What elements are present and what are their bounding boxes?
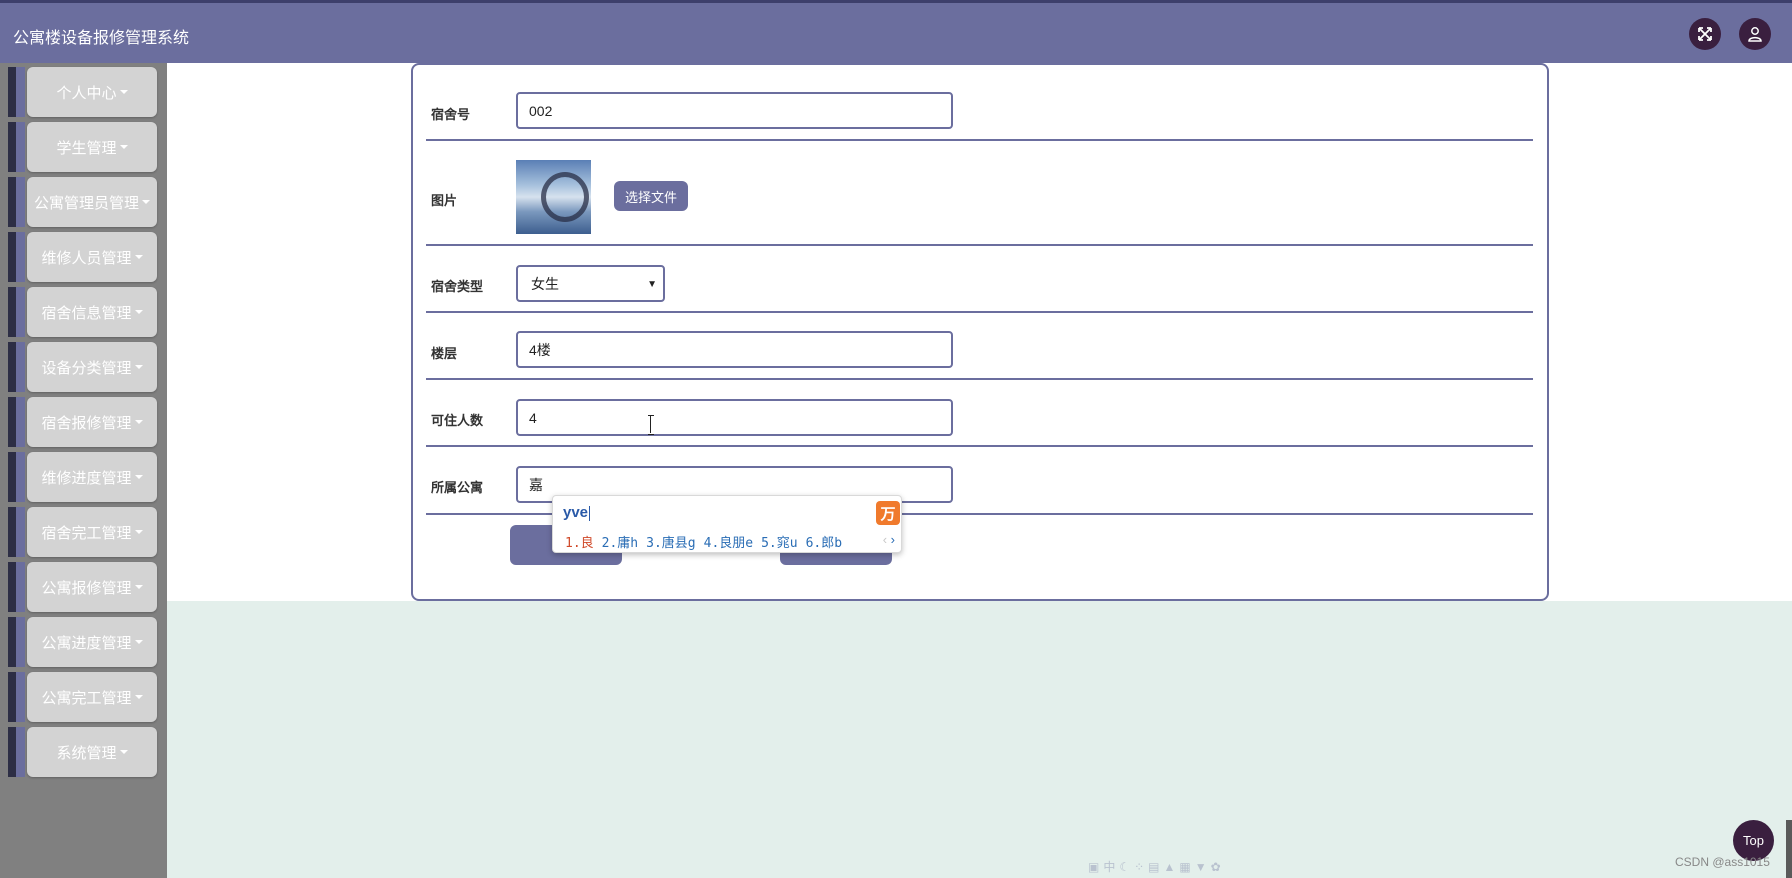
sidebar-item-apartment-repair[interactable]: 公寓报修管理 bbox=[8, 562, 158, 612]
sidebar-item-label: 宿舍报修管理 bbox=[41, 414, 132, 432]
ime-candidate[interactable]: 1.良 bbox=[565, 536, 594, 551]
sidebar-item-label: 个人中心 bbox=[56, 84, 117, 102]
divider bbox=[426, 445, 1533, 447]
scrollbar[interactable] bbox=[1786, 820, 1792, 878]
sidebar-item-repair-staff[interactable]: 维修人员管理 bbox=[8, 232, 158, 282]
sidebar-item-label: 宿舍完工管理 bbox=[41, 524, 132, 542]
sidebar-item-repair-progress[interactable]: 维修进度管理 bbox=[8, 452, 158, 502]
dorm-image-thumbnail bbox=[516, 160, 591, 234]
text-cursor-icon bbox=[648, 415, 654, 435]
caret-down-icon bbox=[119, 750, 128, 754]
app-title: 公寓楼设备报修管理系统 bbox=[13, 30, 190, 47]
dorm-type-select[interactable]: 女生 ▼ bbox=[516, 265, 665, 302]
caret-down-icon bbox=[134, 585, 143, 589]
chevron-left-icon[interactable]: ‹ bbox=[883, 532, 887, 547]
caret-down-icon bbox=[134, 640, 143, 644]
floor-label: 楼层 bbox=[431, 346, 458, 361]
sidebar-item-students[interactable]: 学生管理 bbox=[8, 122, 158, 172]
caret-down-icon bbox=[134, 310, 143, 314]
ime-candidate[interactable]: 2.庸h bbox=[602, 536, 638, 551]
sidebar-item-personal-center[interactable]: 个人中心 bbox=[8, 67, 158, 117]
sidebar-item-label: 公寓进度管理 bbox=[41, 634, 132, 652]
dorm-no-label: 宿舍号 bbox=[431, 107, 471, 122]
sidebar-item-label: 维修人员管理 bbox=[41, 249, 132, 267]
ime-candidate[interactable]: 6.郎b bbox=[806, 536, 842, 551]
ime-composition: yve bbox=[563, 504, 591, 521]
sidebar-item-label: 系统管理 bbox=[56, 744, 117, 762]
page-background bbox=[167, 601, 1792, 878]
caret-down-icon bbox=[119, 90, 128, 94]
floor-input[interactable] bbox=[516, 331, 953, 368]
ime-candidate[interactable]: 5.窕u bbox=[761, 536, 797, 551]
ime-candidate[interactable]: 4.良朋e bbox=[704, 536, 753, 551]
capacity-input[interactable] bbox=[516, 399, 953, 436]
divider bbox=[426, 139, 1533, 141]
sidebar-item-system[interactable]: 系统管理 bbox=[8, 727, 158, 777]
choose-file-button[interactable]: 选择文件 bbox=[614, 181, 688, 211]
sidebar-item-label: 公寓报修管理 bbox=[41, 579, 132, 597]
ime-candidate-popup: yve 万 1.良 2.庸h 3.唐县g 4.良朋e 5.窕u 6.郎b ‹ › bbox=[552, 495, 902, 553]
ime-candidate-list: 1.良 2.庸h 3.唐县g 4.良朋e 5.窕u 6.郎b bbox=[565, 532, 850, 551]
caret-down-icon bbox=[134, 695, 143, 699]
dorm-type-label: 宿舍类型 bbox=[431, 279, 484, 294]
sidebar-item-device-category[interactable]: 设备分类管理 bbox=[8, 342, 158, 392]
caret-down-icon bbox=[134, 475, 143, 479]
sidebar-item-label: 设备分类管理 bbox=[41, 359, 132, 377]
image-label: 图片 bbox=[431, 193, 458, 208]
ime-toolbar-icons: ▣中☾⁘▤▲▦▼✿ bbox=[1088, 860, 1225, 874]
dorm-type-value: 女生 bbox=[531, 275, 559, 292]
fullscreen-button[interactable] bbox=[1689, 18, 1721, 50]
caret-down-icon bbox=[134, 530, 143, 534]
ime-candidate[interactable]: 3.唐县g bbox=[646, 536, 695, 551]
user-button[interactable] bbox=[1739, 18, 1771, 50]
caret-down-icon bbox=[119, 145, 128, 149]
sidebar-item-apartment-complete[interactable]: 公寓完工管理 bbox=[8, 672, 158, 722]
chevron-right-icon[interactable]: › bbox=[891, 532, 895, 547]
sidebar-item-label: 公寓管理员管理 bbox=[33, 194, 139, 212]
sidebar-item-label: 学生管理 bbox=[56, 139, 117, 157]
caret-down-icon bbox=[134, 365, 143, 369]
apartment-label: 所属公寓 bbox=[431, 480, 484, 495]
sidebar-item-label: 维修进度管理 bbox=[41, 469, 132, 487]
expand-arrows-icon bbox=[1698, 27, 1712, 41]
caret-down-icon bbox=[142, 200, 150, 204]
ime-logo-icon: 万 bbox=[876, 501, 900, 525]
capacity-label: 可住人数 bbox=[431, 413, 484, 428]
divider bbox=[426, 311, 1533, 313]
caret-down-icon bbox=[134, 255, 143, 259]
sidebar-item-dorm-complete[interactable]: 宿舍完工管理 bbox=[8, 507, 158, 557]
dorm-no-input[interactable] bbox=[516, 92, 953, 129]
sidebar-item-apartment-admins[interactable]: 公寓管理员管理 bbox=[8, 177, 158, 227]
divider bbox=[426, 244, 1533, 246]
sidebar-item-label: 公寓完工管理 bbox=[41, 689, 132, 707]
sidebar-item-apartment-progress[interactable]: 公寓进度管理 bbox=[8, 617, 158, 667]
sidebar-item-label: 宿舍信息管理 bbox=[41, 304, 132, 322]
caret-down-icon bbox=[134, 420, 143, 424]
sidebar-item-dorm-repair[interactable]: 宿舍报修管理 bbox=[8, 397, 158, 447]
user-icon bbox=[1748, 27, 1762, 42]
sidebar-item-dorm-info[interactable]: 宿舍信息管理 bbox=[8, 287, 158, 337]
watermark: CSDN @ass1015 bbox=[1675, 855, 1770, 869]
ime-page-nav: ‹ › bbox=[883, 532, 895, 547]
top-bar: 公寓楼设备报修管理系统 bbox=[0, 0, 1792, 63]
sidebar: 个人中心 学生管理 公寓管理员管理 维修人员管理 宿舍信息管理 设备分类管理 宿… bbox=[0, 63, 167, 878]
chevron-down-icon: ▼ bbox=[647, 279, 657, 290]
divider bbox=[426, 378, 1533, 380]
